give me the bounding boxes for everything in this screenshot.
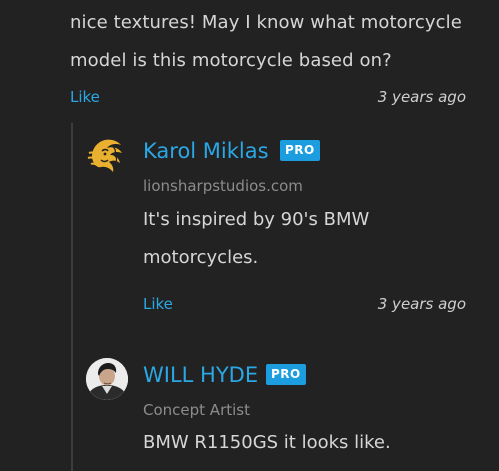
comment-text: nice textures! May I know what motorcycl… <box>70 12 462 71</box>
comment-like-button[interactable]: Like <box>70 85 100 109</box>
reply-text: BMW R1150GS it looks like. <box>143 432 391 453</box>
user-photo-avatar[interactable] <box>86 358 128 400</box>
lion-head-logo-icon[interactable] <box>86 133 128 175</box>
reply-author-subtitle: Concept Artist <box>143 401 250 419</box>
reply-like-button[interactable]: Like <box>143 292 173 316</box>
reply-author-subtitle[interactable]: lionsharpstudios.com <box>143 175 303 197</box>
pro-badge: PRO <box>280 140 320 161</box>
reply-author-will[interactable]: WILL HYDE <box>143 361 258 389</box>
reply-author-karol[interactable]: Karol Miklas <box>143 137 269 165</box>
reply-meta-row: Like 3 years ago <box>143 292 466 316</box>
reply-text: It's inspired by 90's BMW motorcycles. <box>143 209 370 268</box>
pro-badge: PRO <box>266 364 306 385</box>
reply-thread-line <box>71 123 73 471</box>
comment-timestamp: 3 years ago <box>377 88 466 106</box>
comment-meta-row: Like 3 years ago <box>70 85 466 109</box>
reply-timestamp: 3 years ago <box>377 295 466 313</box>
comment-thread: nice textures! May I know what motorcycl… <box>0 0 499 471</box>
